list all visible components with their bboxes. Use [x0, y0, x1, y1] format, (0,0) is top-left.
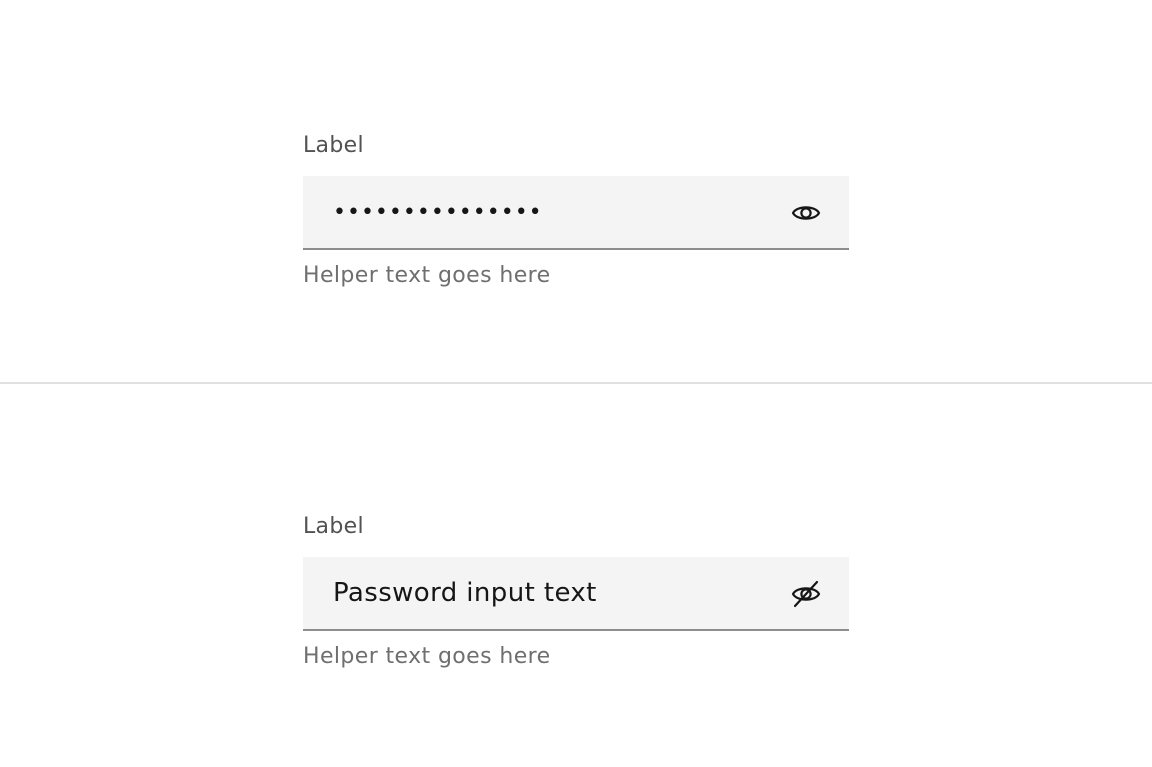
eye-icon — [791, 206, 821, 220]
password-section-hidden: Label Helper text goes here — [0, 0, 1152, 383]
password-field-hidden: Label Helper text goes here — [303, 132, 849, 290]
password-input[interactable] — [303, 557, 773, 629]
helper-text: Helper text goes here — [303, 644, 551, 669]
password-input[interactable] — [303, 176, 773, 248]
show-password-button[interactable] — [789, 196, 823, 230]
helper-text: Helper text goes here — [303, 263, 551, 288]
password-input-container — [303, 557, 849, 631]
password-input-container — [303, 176, 849, 250]
field-label: Label — [303, 133, 364, 158]
password-field-visible: Label Helper text goes here — [303, 513, 849, 671]
password-section-visible: Label Helper text goes here — [0, 384, 1152, 767]
eye-off-icon — [791, 580, 821, 608]
field-label: Label — [303, 514, 364, 539]
hide-password-button[interactable] — [789, 577, 823, 611]
